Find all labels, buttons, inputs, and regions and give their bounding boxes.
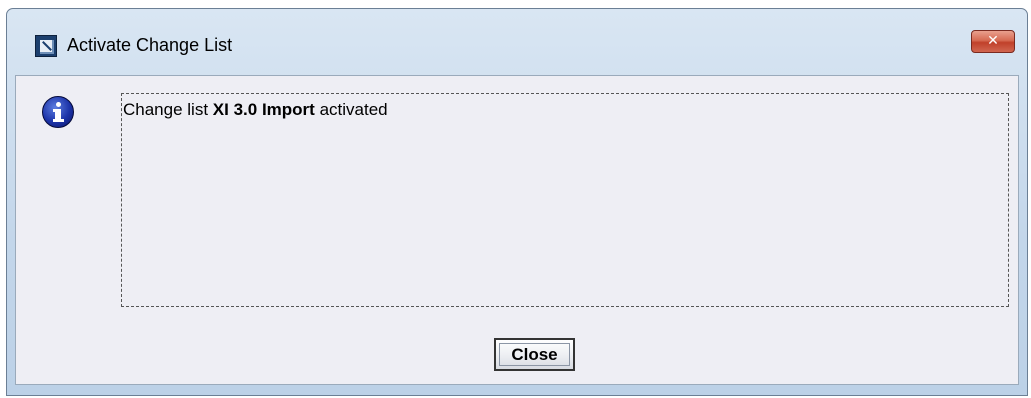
dialog-content: Change list XI 3.0 Import activated Clos…: [15, 75, 1019, 385]
message-prefix: Change list: [123, 100, 209, 119]
window-title: Activate Change List: [67, 35, 233, 55]
message-text: Change list XI 3.0 Import activated: [121, 93, 1009, 307]
close-button[interactable]: Close: [494, 338, 575, 371]
app-window-icon: [35, 35, 57, 57]
change-list-name: XI 3.0 Import: [212, 100, 315, 119]
message-suffix: activated: [319, 100, 388, 119]
dialog-window: Activate Change List ✕ Change list XI 3.…: [6, 8, 1028, 396]
close-icon: ✕: [987, 33, 999, 49]
info-icon: [42, 96, 74, 128]
close-button-label: Close: [511, 345, 558, 364]
window-close-button[interactable]: ✕: [971, 30, 1015, 53]
title-bar[interactable]: Activate Change List ✕: [7, 9, 1027, 75]
